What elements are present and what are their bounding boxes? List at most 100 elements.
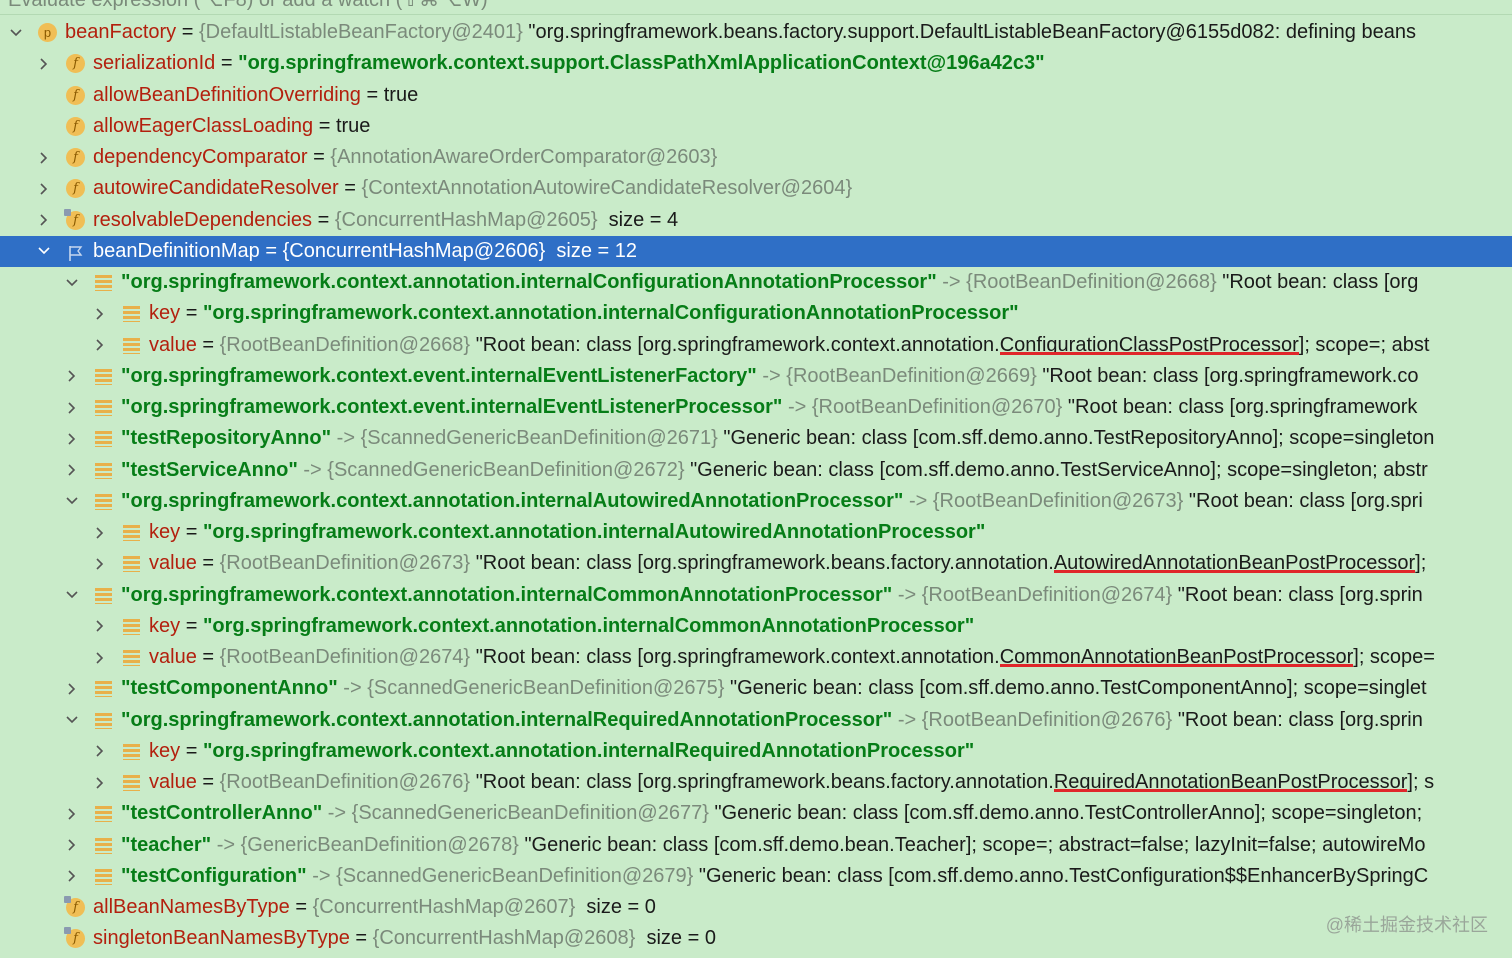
var-name: value xyxy=(149,646,197,668)
tree-row-map-entry[interactable]: "testConfiguration" -> {ScannedGenericBe… xyxy=(0,861,1512,892)
chevron-right-icon[interactable] xyxy=(91,548,109,579)
tree-row-value[interactable]: value = {RootBeanDefinition@2674} "Root … xyxy=(0,642,1512,673)
chevron-down-icon[interactable] xyxy=(63,705,81,736)
chevron-down-icon[interactable] xyxy=(35,236,53,267)
tree-row-key[interactable]: key = "org.springframework.context.annot… xyxy=(0,736,1512,767)
chevron-right-icon[interactable] xyxy=(63,423,81,454)
var-value: "Generic bean: class [com.sff.demo.anno.… xyxy=(723,427,1435,450)
chevron-right-icon[interactable] xyxy=(91,642,109,673)
tree-row-map-entry[interactable]: "org.springframework.context.event.inter… xyxy=(0,392,1512,423)
var-value: "Generic bean: class [com.sff.demo.anno.… xyxy=(729,677,1427,700)
var-value: "org.springframework.context.annotation.… xyxy=(202,614,975,637)
chevron-right-icon[interactable] xyxy=(91,611,109,642)
var-ref: {ConcurrentHashMap@2608} xyxy=(372,927,636,950)
tree-row-map-entry[interactable]: "teacher" -> {GenericBeanDefinition@2678… xyxy=(0,830,1512,861)
var-name: singletonBeanNamesByType xyxy=(93,927,350,950)
var-value: "Generic bean: class [com.sff.demo.anno.… xyxy=(714,802,1423,825)
tree-row-autowireCandidateResolver[interactable]: f autowireCandidateResolver = {ContextAn… xyxy=(0,173,1512,204)
tree-row-map-entry[interactable]: "testRepositoryAnno" -> {ScannedGenericB… xyxy=(0,423,1512,454)
entry-key: "teacher" xyxy=(121,833,212,856)
var-ref: {RootBeanDefinition@2668} xyxy=(219,333,471,356)
var-ref: {AnnotationAwareOrderComparator@2603} xyxy=(330,146,718,168)
tree-row-map-entry[interactable]: "testServiceAnno" -> {ScannedGenericBean… xyxy=(0,455,1512,486)
tree-row-serializationId[interactable]: f serializationId = "org.springframework… xyxy=(0,48,1512,79)
tree-row-dependencyComparator[interactable]: f dependencyComparator = {AnnotationAwar… xyxy=(0,142,1512,173)
tree-row-value[interactable]: value = {RootBeanDefinition@2673} "Root … xyxy=(0,548,1512,579)
tree-row-allBeanNamesByType[interactable]: f allBeanNamesByType = {ConcurrentHashMa… xyxy=(0,892,1512,923)
entry-key: "testComponentAnno" xyxy=(121,677,338,700)
chevron-right-icon[interactable] xyxy=(63,798,81,829)
tree-row-allowBeanDefinitionOverriding[interactable]: f allowBeanDefinitionOverriding = true xyxy=(0,80,1512,111)
var-value: "org.springframework.context.annotation.… xyxy=(202,739,975,762)
entry-key: "org.springframework.context.event.inter… xyxy=(121,396,783,418)
chevron-right-icon[interactable] xyxy=(63,830,81,861)
chevron-down-icon[interactable] xyxy=(63,486,81,517)
tree-row-map-entry[interactable]: "testComponentAnno" -> {ScannedGenericBe… xyxy=(0,673,1512,704)
chevron-right-icon[interactable] xyxy=(91,330,109,361)
var-value: "org.springframework.beans.factory.suppo… xyxy=(528,21,1416,43)
chevron-down-icon[interactable] xyxy=(63,267,81,298)
var-value: "Root bean: class [org.springframework.c… xyxy=(1042,364,1419,387)
var-ref: {ConcurrentHashMap@2605} xyxy=(334,208,598,231)
chevron-down-icon[interactable] xyxy=(63,580,81,611)
var-ref: {ScannedGenericBeanDefinition@2677} xyxy=(351,802,709,825)
var-ref: {ScannedGenericBeanDefinition@2672} xyxy=(327,458,685,481)
tree-row-allowEagerClassLoading[interactable]: f allowEagerClassLoading = true xyxy=(0,111,1512,142)
var-value: "Generic bean: class [com.sff.demo.anno.… xyxy=(690,458,1428,481)
tree-row-resolvableDependencies[interactable]: f resolvableDependencies = {ConcurrentHa… xyxy=(0,205,1512,236)
variables-tree: p beanFactory = {DefaultListableBeanFact… xyxy=(0,17,1512,955)
map-entry-icon xyxy=(123,525,140,541)
var-name: dependencyComparator xyxy=(93,146,308,168)
chevron-right-icon[interactable] xyxy=(91,767,109,798)
var-value: "org.springframework.context.annotation.… xyxy=(202,302,1019,325)
chevron-right-icon[interactable] xyxy=(63,673,81,704)
chevron-right-icon[interactable] xyxy=(63,861,81,892)
map-entry-icon xyxy=(95,587,112,604)
chevron-right-icon[interactable] xyxy=(91,298,109,329)
tree-row-singletonBeanNamesByType[interactable]: f singletonBeanNamesByType = {Concurrent… xyxy=(0,923,1512,954)
tree-row-beanFactory[interactable]: p beanFactory = {DefaultListableBeanFact… xyxy=(0,17,1512,48)
tree-row-value[interactable]: value = {RootBeanDefinition@2676} "Root … xyxy=(0,767,1512,798)
var-name: allowBeanDefinitionOverriding xyxy=(93,83,361,106)
chevron-right-icon[interactable] xyxy=(91,736,109,767)
highlighted-class-name: RequiredAnnotationBeanPostProcessor xyxy=(1053,771,1408,793)
var-ref: {RootBeanDefinition@2676} xyxy=(921,708,1173,731)
chevron-down-icon[interactable] xyxy=(7,17,25,48)
tree-row-beanDefinitionMap[interactable]: beanDefinitionMap = {ConcurrentHashMap@2… xyxy=(0,235,1512,267)
var-value: "Root bean: class [org.springframework xyxy=(1067,396,1418,418)
var-ref: {RootBeanDefinition@2668} xyxy=(966,271,1217,293)
tree-row-key[interactable]: key = "org.springframework.context.annot… xyxy=(0,298,1512,329)
tree-row-value[interactable]: value = {RootBeanDefinition@2668} "Root … xyxy=(0,330,1512,361)
chevron-right-icon[interactable] xyxy=(35,142,53,173)
var-value: "Root bean: class [org.springframework.b… xyxy=(475,771,1435,793)
chevron-right-icon[interactable] xyxy=(35,205,53,236)
map-entry-icon xyxy=(95,431,112,448)
var-name: value xyxy=(149,552,197,575)
map-entry-icon xyxy=(123,556,140,573)
tree-row-key[interactable]: key = "org.springframework.context.annot… xyxy=(0,517,1512,548)
chevron-right-icon[interactable] xyxy=(35,173,53,204)
map-entry-icon xyxy=(123,650,140,666)
chevron-right-icon[interactable] xyxy=(63,392,81,423)
chevron-right-icon[interactable] xyxy=(63,361,81,392)
var-ref: {RootBeanDefinition@2673} xyxy=(219,552,471,575)
entry-key: "org.springframework.context.event.inter… xyxy=(121,364,757,387)
evaluate-expression-bar[interactable]: Evaluate expression (⌥F8) or add a watch… xyxy=(0,0,1512,15)
tree-row-map-entry[interactable]: "org.springframework.context.event.inter… xyxy=(0,361,1512,392)
var-name: key xyxy=(149,302,181,325)
evaluate-expression-hint: Evaluate expression (⌥F8) or add a watch… xyxy=(8,0,488,11)
tree-row-map-entry[interactable]: "org.springframework.context.annotation.… xyxy=(0,705,1512,736)
tree-row-map-entry[interactable]: "testControllerAnno" -> {ScannedGenericB… xyxy=(0,798,1512,829)
var-ref: {RootBeanDefinition@2674} xyxy=(921,583,1173,606)
var-name: serializationId xyxy=(93,52,216,75)
tree-row-map-entry[interactable]: "org.springframework.context.annotation.… xyxy=(0,486,1512,517)
chevron-right-icon[interactable] xyxy=(35,48,53,79)
chevron-right-icon[interactable] xyxy=(63,455,81,486)
tree-row-map-entry[interactable]: "org.springframework.context.annotation.… xyxy=(0,580,1512,611)
tree-row-key[interactable]: key = "org.springframework.context.annot… xyxy=(0,611,1512,642)
tree-row-map-entry[interactable]: "org.springframework.context.annotation.… xyxy=(0,267,1512,298)
map-entry-icon xyxy=(95,806,112,823)
chevron-right-icon[interactable] xyxy=(91,517,109,548)
var-name: value xyxy=(149,333,197,356)
var-value: "Generic bean: class [com.sff.demo.bean.… xyxy=(524,833,1426,856)
